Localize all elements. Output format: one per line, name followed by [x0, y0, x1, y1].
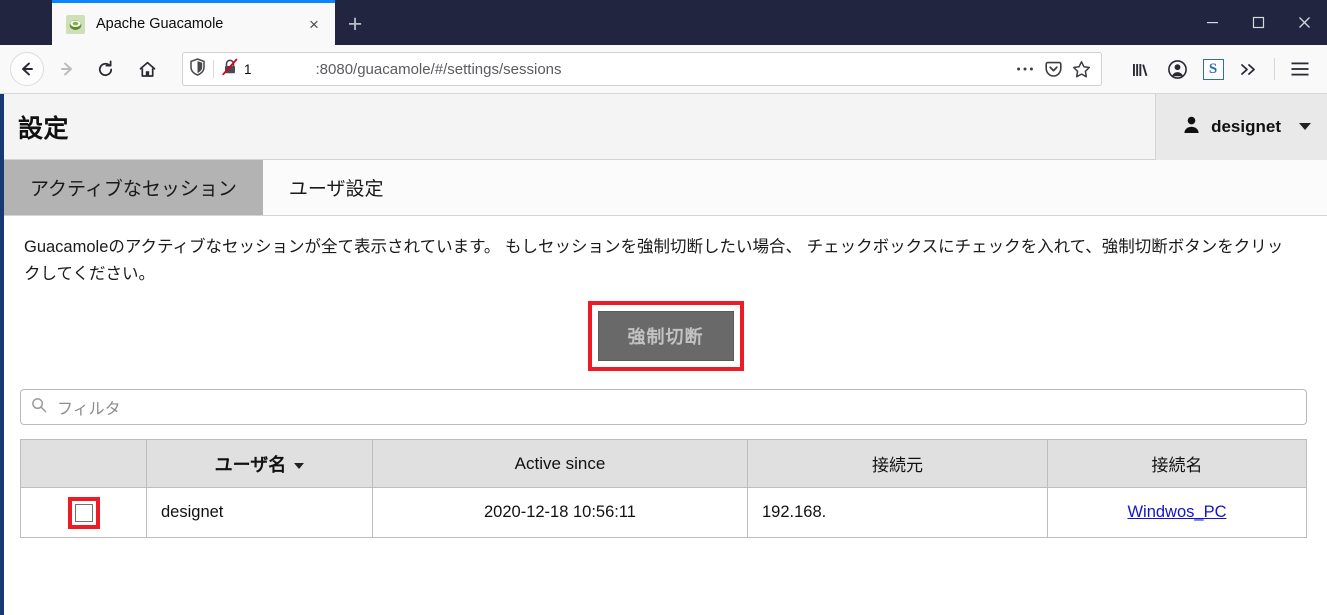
page-actions-icon[interactable] — [1011, 55, 1039, 83]
url-text[interactable]: :8080/guacamole/#/settings/sessions — [258, 61, 1011, 78]
extension-badge: S — [1202, 58, 1224, 80]
cell-active-since: 2020-12-18 10:56:11 — [372, 487, 748, 539]
cell-select — [20, 487, 147, 539]
column-header-username[interactable]: ユーザ名 — [146, 439, 373, 489]
guacamole-page: 設定 designet アクティブなセッション ユーザ設定 Guacamoleの… — [0, 94, 1327, 615]
sessions-table: ユーザ名 Active since 接続元 接続名 designet 2020-… — [20, 439, 1307, 539]
cell-username: designet — [146, 487, 373, 539]
force-disconnect-button[interactable]: 強制切断 — [597, 311, 734, 362]
home-icon[interactable] — [130, 52, 164, 86]
table-header-row: ユーザ名 Active since 接続元 接続名 — [20, 439, 1307, 489]
back-arrow-icon[interactable] — [10, 52, 44, 86]
sort-descending-icon — [294, 463, 305, 470]
page-description: Guacamoleのアクティブなセッションが全て表示されています。 もしセッショ… — [24, 238, 1284, 283]
toolbar-right-group: S — [1110, 52, 1317, 86]
shield-icon[interactable] — [189, 57, 206, 81]
guacamole-favicon-icon — [66, 14, 85, 34]
titlebar: Apache Guacamole × + — [0, 0, 1327, 45]
person-icon — [1182, 115, 1201, 139]
close-icon[interactable]: × — [303, 13, 325, 35]
window-controls — [1189, 0, 1327, 45]
annotation-box-disconnect: 強制切断 — [587, 301, 744, 372]
filter-input-wrapper[interactable]: フィルタ — [20, 389, 1307, 426]
filter-placeholder[interactable]: フィルタ — [57, 395, 121, 419]
browser-tab[interactable]: Apache Guacamole × — [52, 3, 335, 45]
column-header-source[interactable]: 接続元 — [747, 439, 1048, 489]
identity-box[interactable]: 1 — [189, 57, 258, 81]
tabstrip: Apache Guacamole × + — [0, 0, 375, 45]
page-title: 設定 — [18, 114, 70, 143]
navigation-toolbar: 1 :8080/guacamole/#/settings/sessions S — [0, 45, 1327, 94]
user-menu[interactable]: designet — [1155, 94, 1327, 160]
search-icon — [31, 397, 47, 418]
library-icon[interactable] — [1124, 52, 1158, 86]
disconnect-button-row: 強制切断 — [4, 301, 1327, 372]
overflow-chevrons-icon[interactable] — [1232, 52, 1266, 86]
username-label: designet — [1211, 116, 1281, 136]
reload-icon[interactable] — [88, 52, 122, 86]
session-checkbox[interactable] — [74, 503, 93, 522]
window-close-icon[interactable] — [1281, 0, 1327, 45]
column-header-connection[interactable]: 接続名 — [1047, 439, 1307, 489]
app-header: 設定 designet — [4, 94, 1327, 160]
account-icon[interactable] — [1160, 52, 1194, 86]
crossed-lock-icon[interactable] — [221, 58, 239, 81]
hamburger-menu-icon[interactable] — [1283, 52, 1317, 86]
extension-icon[interactable]: S — [1196, 52, 1230, 86]
pocket-icon[interactable] — [1039, 55, 1067, 83]
sessions-table-wrapper: ユーザ名 Active since 接続元 接続名 designet 2020-… — [4, 425, 1327, 539]
toolbar-separator — [1274, 58, 1275, 80]
cell-source: 192.168. — [747, 487, 1048, 539]
table-row: designet 2020-12-18 10:56:11 192.168. Wi… — [20, 487, 1307, 539]
identity-separator — [213, 60, 214, 78]
forward-arrow-icon — [50, 52, 84, 86]
bookmark-star-icon[interactable] — [1067, 55, 1095, 83]
column-header-select — [20, 439, 147, 489]
tab-user-settings[interactable]: ユーザ設定 — [262, 160, 410, 215]
cell-connection: Windwos_PC — [1047, 487, 1307, 539]
url-bar[interactable]: 1 :8080/guacamole/#/settings/sessions — [182, 52, 1102, 86]
column-header-active-since[interactable]: Active since — [372, 439, 748, 489]
connection-link[interactable]: Windwos_PC — [1127, 503, 1226, 521]
chevron-down-icon[interactable] — [1299, 123, 1311, 130]
minimize-icon[interactable] — [1189, 0, 1235, 45]
tab-active-sessions[interactable]: アクティブなセッション — [4, 160, 263, 215]
tab-title: Apache Guacamole — [96, 16, 224, 32]
maximize-icon[interactable] — [1235, 0, 1281, 45]
settings-tabs: アクティブなセッション ユーザ設定 — [4, 160, 1327, 216]
new-tab-button[interactable]: + — [335, 3, 375, 45]
filter-row: フィルタ — [4, 371, 1327, 426]
browser-window: Apache Guacamole × + 1:8080/guacamole/#… — [0, 0, 1327, 615]
tracker-count: 1 — [244, 61, 252, 77]
annotation-box-checkbox — [67, 496, 100, 529]
